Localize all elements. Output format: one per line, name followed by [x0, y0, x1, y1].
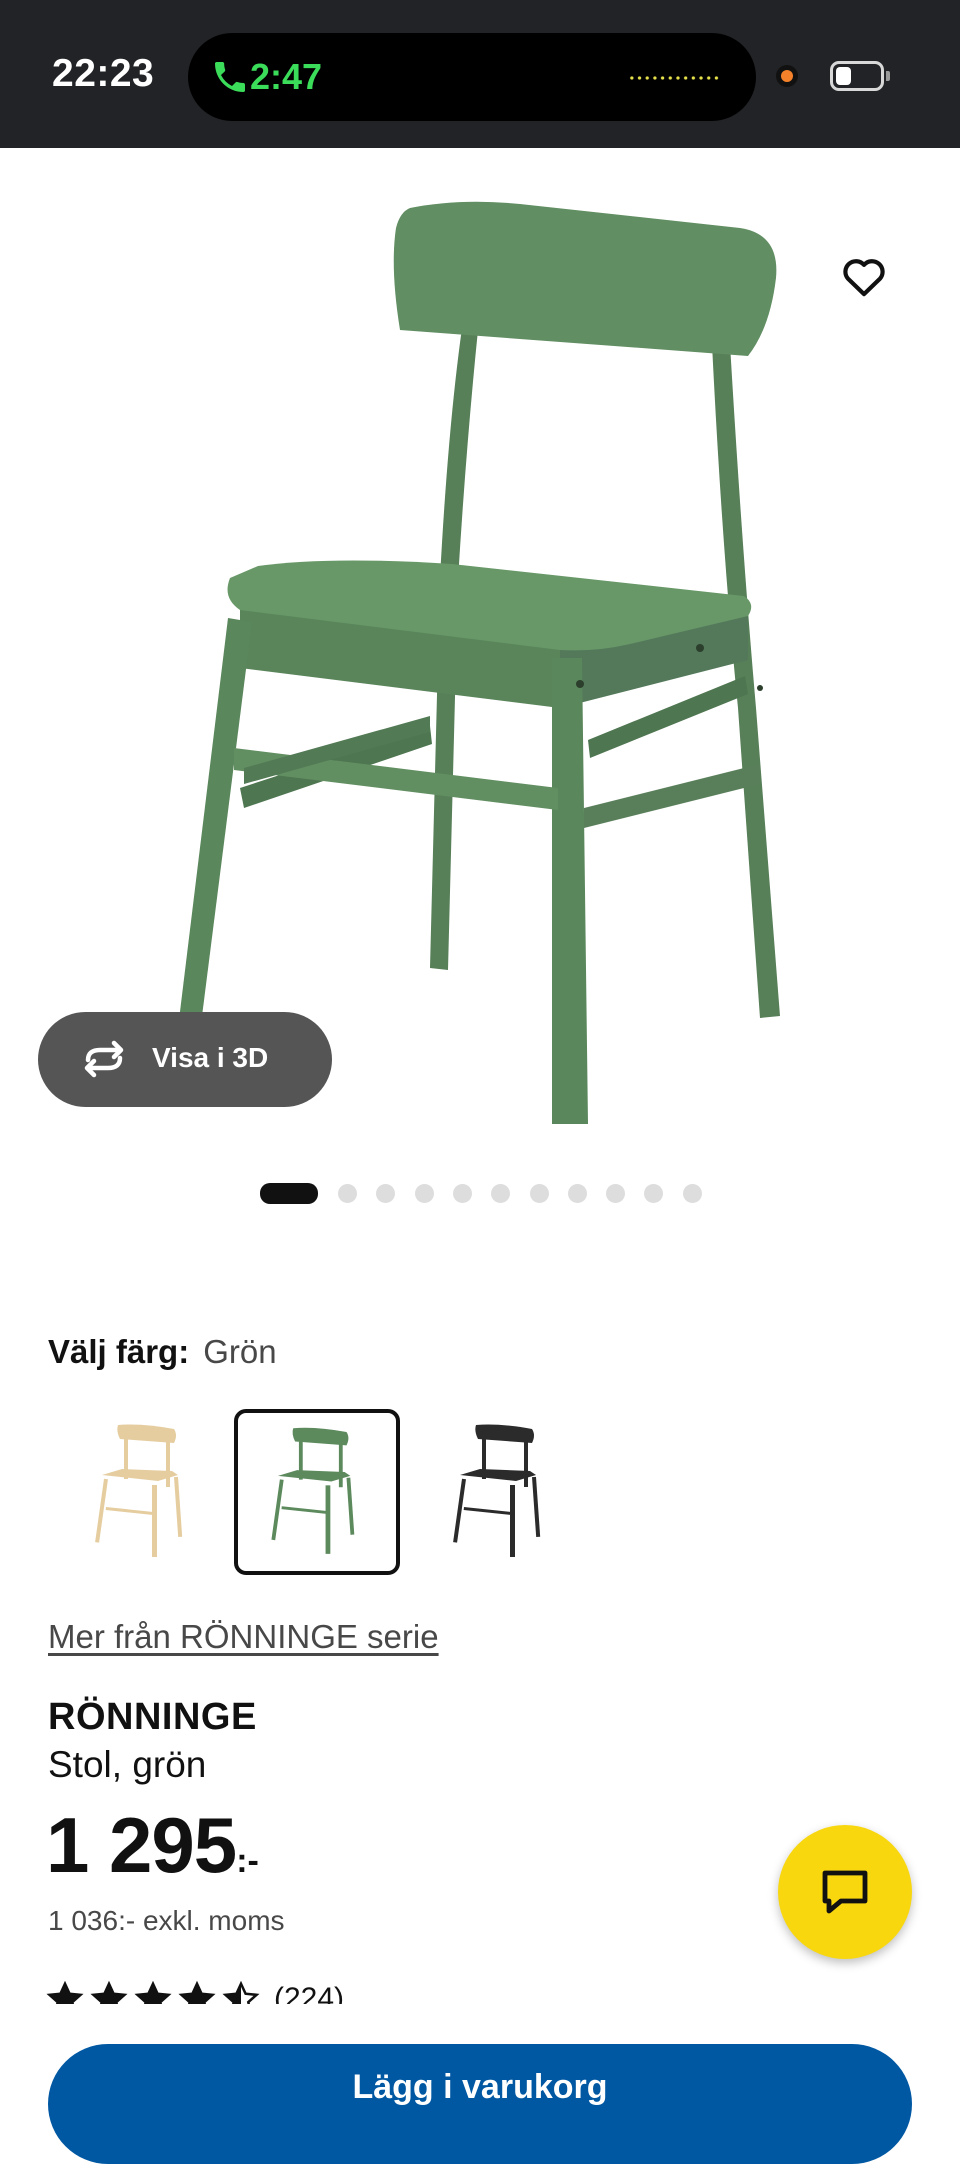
scroll-clip	[0, 2004, 960, 2020]
status-bar: 22:23 2:47	[0, 0, 960, 148]
chat-bubble-icon	[822, 1870, 868, 1914]
price: 1 295:-	[46, 1800, 259, 1891]
green-chair-thumbnail	[271, 1427, 355, 1554]
color-swatch-birch[interactable]	[62, 1409, 228, 1575]
pager-dot-active[interactable]	[260, 1183, 318, 1204]
microphone-in-use-indicator	[776, 65, 798, 87]
image-pager[interactable]	[0, 1183, 960, 1204]
audio-waveform-icon	[628, 76, 720, 80]
birch-chair-thumbnail	[95, 1424, 183, 1557]
pager-dot[interactable]	[529, 1184, 549, 1203]
color-swatch-black[interactable]	[420, 1409, 586, 1575]
chat-button[interactable]	[778, 1825, 912, 1959]
pager-dot[interactable]	[376, 1184, 396, 1203]
phone-icon	[215, 62, 245, 92]
add-to-cart-button[interactable]: Lägg i varukorg	[48, 2044, 912, 2164]
series-link[interactable]: Mer från RÖNNINGE serie	[48, 1618, 439, 1656]
product-description: Stol, grön	[48, 1744, 207, 1785]
pager-dot[interactable]	[338, 1184, 357, 1203]
view-in-3d-button[interactable]: Visa i 3D	[38, 1012, 332, 1107]
pager-dot[interactable]	[606, 1184, 626, 1203]
pager-dot[interactable]	[452, 1184, 472, 1203]
chair-image	[178, 201, 780, 1124]
call-timer: 2:47	[250, 56, 323, 97]
product-name: RÖNNINGE	[48, 1696, 257, 1738]
price-excl-vat: 1 036:- exkl. moms	[48, 1905, 285, 1936]
status-time: 22:23	[52, 52, 155, 95]
price-suffix: :-	[236, 1842, 259, 1880]
heart-outline-icon	[843, 259, 885, 297]
pager-dot[interactable]	[644, 1184, 664, 1203]
color-value: Grön	[203, 1333, 277, 1370]
product-image-carousel[interactable]: Visa i 3D	[0, 148, 960, 1138]
black-chair-thumbnail	[453, 1424, 541, 1557]
rotate-arrows-icon	[84, 1040, 124, 1078]
add-to-cart-label: Lägg i varukorg	[352, 2068, 608, 2106]
pager-dot[interactable]	[682, 1184, 702, 1203]
pager-dot[interactable]	[567, 1184, 587, 1203]
battery-tip	[886, 71, 890, 81]
color-selector-heading: Välj färg: Grön	[48, 1333, 277, 1371]
battery-level	[836, 67, 851, 85]
color-label: Välj färg:	[48, 1333, 190, 1370]
pager-dot[interactable]	[491, 1184, 511, 1203]
view-in-3d-label: Visa i 3D	[152, 1042, 269, 1073]
color-swatch-green[interactable]	[234, 1409, 400, 1575]
call-indicator-pill[interactable]: 2:47	[188, 33, 756, 121]
battery-icon	[830, 61, 884, 91]
pager-dot[interactable]	[414, 1184, 434, 1203]
price-amount: 1 295	[46, 1801, 237, 1889]
favorite-button[interactable]	[828, 240, 900, 312]
